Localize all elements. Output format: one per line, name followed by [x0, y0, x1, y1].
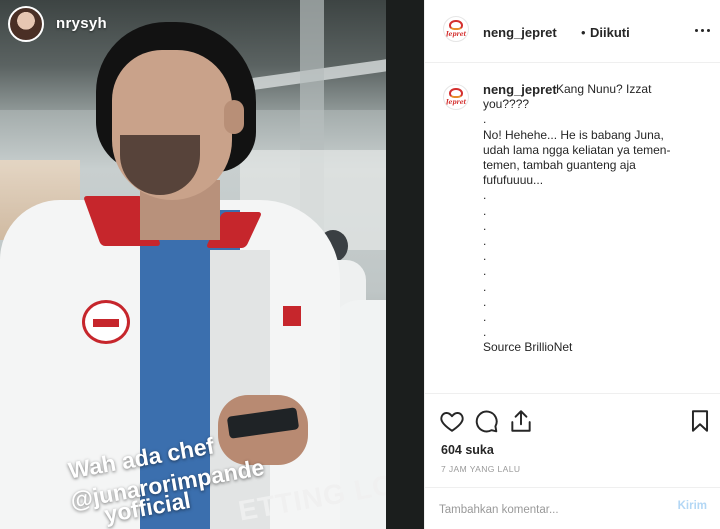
follow-status[interactable]: Diikuti [590, 25, 630, 40]
caption-text: Kang Nunu? Izzat you???? . No! Hehehe...… [483, 82, 671, 355]
share-icon[interactable] [508, 408, 534, 434]
post-timestamp[interactable]: 7 JAM YANG LALU [441, 464, 520, 474]
bookmark-icon[interactable] [687, 408, 713, 434]
story-avatar [8, 6, 44, 42]
heart-icon[interactable] [439, 408, 465, 434]
comment-box: Kirim [425, 487, 720, 529]
post-panel: Jepret neng_jepret • Diikuti Jepret neng… [424, 0, 720, 529]
like-count[interactable]: 604 suka [441, 443, 494, 457]
comment-input[interactable] [439, 500, 659, 520]
story-photo: nrysyh Wah ada chef @junarorimpande yoff… [0, 0, 386, 529]
header-separator: • [581, 25, 586, 40]
account-logo[interactable]: Jepret [443, 16, 469, 42]
more-options-icon[interactable] [693, 22, 711, 38]
caption-area: Jepret neng_jepret Kang Nunu? Izzat you?… [425, 63, 720, 393]
caption-avatar[interactable]: Jepret [443, 84, 469, 110]
flag-badge [82, 300, 130, 344]
post-comment-button[interactable]: Kirim [678, 500, 707, 512]
post-media[interactable]: nrysyh Wah ada chef @junarorimpande yoff… [0, 0, 424, 529]
header-username[interactable]: neng_jepret [483, 25, 557, 40]
story-username: nrysyh [56, 15, 107, 32]
post-header: Jepret neng_jepret • Diikuti [425, 0, 720, 63]
post-actions: 604 suka 7 JAM YANG LALU [425, 393, 720, 479]
comment-icon[interactable] [473, 408, 499, 434]
